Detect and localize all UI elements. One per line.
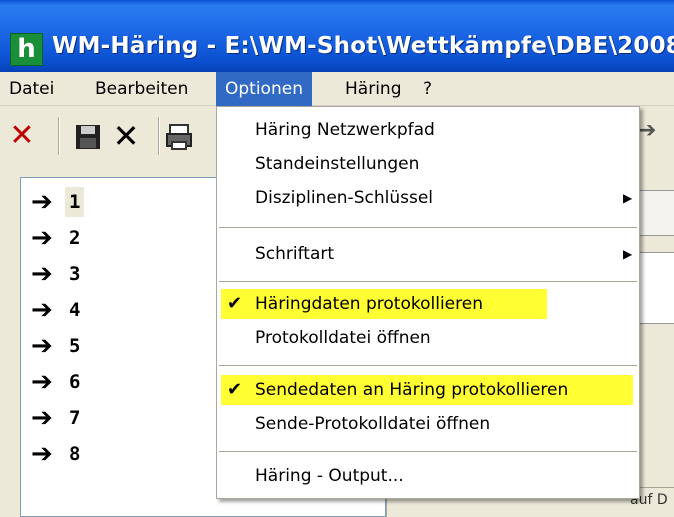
list-item[interactable]: ➔ 2: [31, 222, 84, 253]
toolbar-separator: [58, 117, 60, 155]
menu-bearbeiten[interactable]: Bearbeiten: [86, 72, 197, 106]
menu-haering[interactable]: Häring: [336, 72, 410, 106]
menu-item-protokolldatei-oeffnen[interactable]: Protokolldatei öffnen: [217, 321, 639, 355]
arrow-right-icon: ➔: [31, 366, 53, 397]
list-item-number: 1: [65, 186, 85, 217]
menu-item-label: Sendedaten an Häring protokollieren: [255, 380, 569, 400]
arrow-right-icon: ➔: [31, 222, 53, 253]
menu-item-disziplinen-schluessel[interactable]: Disziplinen-Schlüssel ▶: [217, 181, 639, 215]
menu-separator: [219, 365, 637, 367]
menu-item-label: Häring - Output...: [255, 466, 404, 486]
menu-optionen[interactable]: Optionen: [216, 72, 312, 106]
checkmark-icon: ✔: [227, 293, 243, 314]
list-item[interactable]: ➔ 6: [31, 366, 84, 397]
menu-help[interactable]: ?: [414, 72, 441, 106]
menu-item-label: Standeinstellungen: [255, 154, 420, 174]
menu-item-label: Protokolldatei öffnen: [255, 328, 431, 348]
list-item[interactable]: ➔ 1: [31, 186, 85, 217]
menu-item-haering-netzwerkpfad[interactable]: Häring Netzwerkpfad: [217, 113, 639, 147]
submenu-arrow-icon: ▶: [623, 191, 633, 205]
toolbar-separator: [158, 117, 160, 155]
list-item-number: 3: [69, 262, 81, 285]
arrow-right-icon: ➔: [31, 186, 53, 217]
list-item[interactable]: ➔ 7: [31, 402, 84, 433]
title-bar[interactable]: h WM-Häring - E:\WM-Shot\Wettkämpfe\DBE\…: [0, 0, 674, 72]
arrow-right-icon: ➔: [31, 438, 53, 469]
arrow-right-icon: ➔: [31, 294, 53, 325]
list-item-number: 2: [69, 226, 81, 249]
arrow-right-icon: ➔: [31, 330, 53, 361]
menu-item-label: Häringdaten protokollieren: [255, 294, 483, 314]
menu-item-label: Häring Netzwerkpfad: [255, 120, 435, 140]
list-item-number: 6: [69, 370, 81, 393]
menu-item-label: Disziplinen-Schlüssel: [255, 188, 434, 208]
window-title: WM-Häring - E:\WM-Shot\Wettkämpfe\DBE\20…: [52, 33, 674, 59]
menu-bar: Datei Bearbeiten Optionen Häring ?: [0, 72, 674, 106]
optionen-dropdown-menu: Häring Netzwerkpfad Standeinstellungen D…: [216, 106, 640, 499]
list-item-number: 8: [69, 442, 81, 465]
list-item[interactable]: ➔ 4: [31, 294, 84, 325]
list-item-number: 4: [69, 298, 81, 321]
menu-item-haeringdaten-protokollieren[interactable]: ✔ Häringdaten protokollieren: [217, 287, 639, 321]
list-item-number: 7: [69, 406, 81, 429]
menu-item-sendedaten-protokollieren[interactable]: ✔ Sendedaten an Häring protokollieren: [217, 373, 639, 407]
list-item-number: 5: [69, 334, 81, 357]
menu-item-label: Schriftart: [255, 244, 335, 264]
checkmark-icon: ✔: [227, 379, 243, 400]
menu-separator: [219, 281, 637, 283]
delete-icon[interactable]: ✕: [108, 117, 144, 155]
list-item[interactable]: ➔ 3: [31, 258, 84, 289]
print-icon[interactable]: [164, 117, 214, 155]
menu-separator: [219, 451, 637, 453]
menu-datei[interactable]: Datei: [0, 72, 63, 106]
close-red-icon[interactable]: ✕: [4, 117, 40, 155]
arrow-right-icon: ➔: [31, 258, 53, 289]
save-icon[interactable]: [70, 117, 106, 155]
submenu-arrow-icon: ▶: [623, 247, 633, 261]
menu-item-standeinstellungen[interactable]: Standeinstellungen: [217, 147, 639, 181]
arrow-right-icon: ➔: [31, 402, 53, 433]
toolbar-arrow-icon[interactable]: ➔: [638, 118, 656, 143]
menu-item-schriftart[interactable]: Schriftart ▶: [217, 237, 639, 271]
list-item[interactable]: ➔ 5: [31, 330, 84, 361]
menu-item-label: Sende-Protokolldatei öffnen: [255, 414, 491, 434]
list-item[interactable]: ➔ 8: [31, 438, 84, 469]
app-icon: h: [10, 33, 43, 66]
menu-separator: [219, 227, 637, 229]
menu-item-sende-protokolldatei-oeffnen[interactable]: Sende-Protokolldatei öffnen: [217, 407, 639, 441]
menu-item-haering-output[interactable]: Häring - Output...: [217, 459, 639, 493]
